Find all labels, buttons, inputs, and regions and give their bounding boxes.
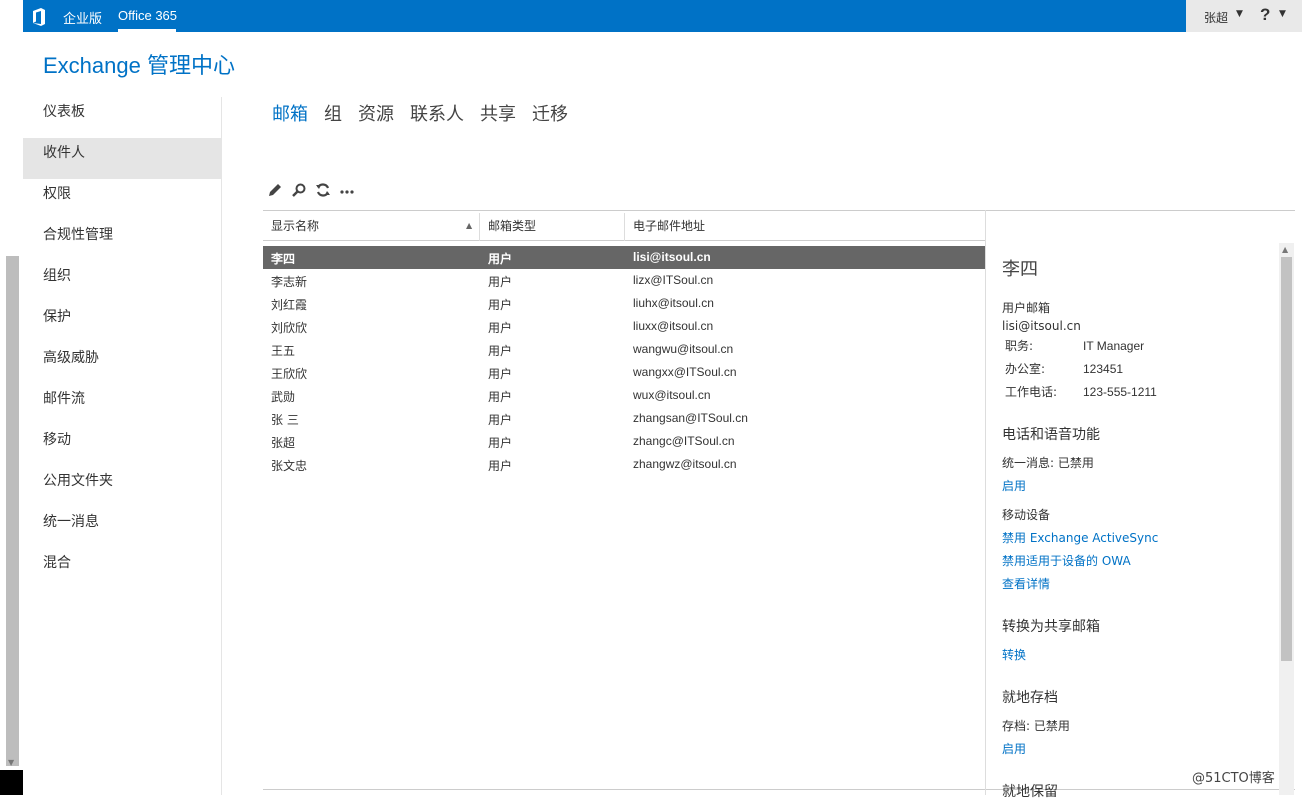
disable-owa-link[interactable]: 禁用适用于设备的 OWA bbox=[1002, 550, 1272, 573]
toolbar bbox=[265, 180, 361, 200]
nav-item-advanced-threats[interactable]: 高级威胁 bbox=[23, 343, 222, 384]
details-scrollbar[interactable]: ▲ bbox=[1279, 243, 1294, 795]
product-link[interactable]: Office 365 bbox=[118, 8, 177, 23]
chevron-down-icon[interactable]: ▼ bbox=[1236, 9, 1243, 19]
grid-rows: 李四 用户 lisi@itsoul.cn 李志新 用户 lizx@ITSoul.cn 刘… bbox=[263, 246, 986, 476]
office-logo-icon[interactable] bbox=[31, 8, 47, 26]
table-row[interactable]: 李志新 用户 lizx@ITSoul.cn bbox=[263, 269, 986, 292]
app-title: Exchange 管理中心 bbox=[43, 53, 235, 78]
details-email: lisi@itsoul.cn bbox=[1002, 319, 1081, 333]
details-phone-row: 工作电话: 123-555-1211 bbox=[1005, 385, 1157, 399]
phone-voice-section-title: 电话和语音功能 bbox=[1002, 427, 1100, 443]
scroll-up-icon[interactable]: ▲ bbox=[1282, 245, 1288, 254]
tab-mailboxes[interactable]: 邮箱 bbox=[272, 100, 308, 126]
nav-divider bbox=[221, 97, 222, 795]
nav-item-compliance[interactable]: 合规性管理 bbox=[23, 220, 222, 261]
column-header-mailbox-type[interactable]: 邮箱类型 bbox=[480, 211, 625, 241]
edition-label[interactable]: 企业版 bbox=[63, 8, 102, 27]
nav-item-mobile[interactable]: 移动 bbox=[23, 425, 222, 466]
tab-groups[interactable]: 组 bbox=[324, 100, 342, 126]
nav-item-organization[interactable]: 组织 bbox=[23, 261, 222, 302]
nav-item-protection[interactable]: 保护 bbox=[23, 302, 222, 343]
tab-shared[interactable]: 共享 bbox=[480, 100, 516, 126]
chevron-down-icon[interactable]: ▼ bbox=[1279, 9, 1286, 19]
convert-section-title: 转换为共享邮箱 bbox=[1002, 619, 1100, 635]
watermark: @51CTO博客 bbox=[1192, 767, 1275, 786]
more-icon[interactable] bbox=[337, 180, 357, 200]
table-row[interactable]: 王五 用户 wangwu@itsoul.cn bbox=[263, 338, 986, 361]
grid-header: 显示名称 ▲ 邮箱类型 电子邮件地址 bbox=[263, 211, 986, 241]
um-status: 统一消息: 已禁用 bbox=[1002, 456, 1094, 470]
mobile-devices-label: 移动设备 bbox=[1002, 508, 1051, 522]
table-row[interactable]: 张超 用户 zhangc@ITSoul.cn bbox=[263, 430, 986, 453]
table-row[interactable]: 张文忠 用户 zhangwz@itsoul.cn bbox=[263, 453, 986, 476]
column-header-display-name[interactable]: 显示名称 bbox=[263, 211, 479, 241]
nav-item-recipients[interactable]: 收件人 bbox=[23, 138, 222, 179]
details-pane: 李四 用户邮箱 lisi@itsoul.cn 职务: IT Manager 办公室… bbox=[1002, 255, 1272, 809]
um-enable-link[interactable]: 启用 bbox=[1002, 475, 1272, 498]
table-row[interactable]: 王欣欣 用户 wangxx@ITSoul.cn bbox=[263, 361, 986, 384]
table-row[interactable]: 张 三用户 zhangsan@ITSoul.cn bbox=[263, 407, 986, 430]
tab-contacts[interactable]: 联系人 bbox=[410, 100, 464, 126]
archive-status: 存档: 已禁用 bbox=[1002, 719, 1070, 733]
nav-item-mail-flow[interactable]: 邮件流 bbox=[23, 384, 222, 425]
disable-eas-link[interactable]: 禁用 Exchange ActiveSync bbox=[1002, 527, 1272, 550]
refresh-icon[interactable] bbox=[313, 180, 333, 200]
help-icon[interactable]: ? bbox=[1260, 5, 1270, 25]
tab-migration[interactable]: 迁移 bbox=[532, 100, 568, 126]
nav-item-hybrid[interactable]: 混合 bbox=[23, 548, 222, 589]
details-divider bbox=[985, 210, 986, 795]
details-name: 李四 bbox=[1002, 259, 1038, 280]
table-row[interactable]: 武勋 用户 wux@itsoul.cn bbox=[263, 384, 986, 407]
nav-item-dashboard[interactable]: 仪表板 bbox=[23, 97, 222, 138]
convert-link[interactable]: 转换 bbox=[1002, 644, 1272, 667]
table-row[interactable]: 李四 用户 lisi@itsoul.cn bbox=[263, 246, 986, 269]
product-active-indicator bbox=[118, 29, 176, 32]
archive-section-title: 就地存档 bbox=[1002, 690, 1058, 706]
details-office-row: 办公室: 123451 bbox=[1005, 362, 1124, 376]
top-bar: 企业版 Office 365 张超 ▼ ? ▼ bbox=[23, 0, 1302, 32]
search-icon[interactable] bbox=[289, 180, 309, 200]
tab-bar: 邮箱 组 资源 联系人 共享 迁移 bbox=[272, 100, 584, 126]
browser-left-strip: ▼ bbox=[0, 0, 23, 795]
browser-edge bbox=[0, 770, 23, 795]
nav-item-permissions[interactable]: 权限 bbox=[23, 179, 222, 220]
edit-icon[interactable] bbox=[265, 180, 285, 200]
nav-item-public-folders[interactable]: 公用文件夹 bbox=[23, 466, 222, 507]
scroll-down-icon[interactable]: ▼ bbox=[8, 758, 14, 767]
table-row[interactable]: 刘红霞 用户 liuhx@itsoul.cn bbox=[263, 292, 986, 315]
user-menu[interactable]: 张超 ▼ ? ▼ bbox=[1186, 0, 1302, 32]
details-mailbox-type: 用户邮箱 bbox=[1002, 301, 1051, 315]
sort-ascending-icon[interactable]: ▲ bbox=[466, 221, 472, 230]
nav-item-unified-messaging[interactable]: 统一消息 bbox=[23, 507, 222, 548]
browser-scrollbar[interactable] bbox=[6, 256, 19, 766]
scroll-thumb[interactable] bbox=[1281, 257, 1292, 661]
left-nav: 仪表板 收件人 权限 合规性管理 组织 保护 高级威胁 邮件流 移动 公用文件夹… bbox=[23, 97, 222, 589]
column-header-email[interactable]: 电子邮件地址 bbox=[625, 211, 985, 241]
archive-enable-link[interactable]: 启用 bbox=[1002, 738, 1272, 761]
user-name[interactable]: 张超 bbox=[1204, 9, 1228, 26]
details-title-row: 职务: IT Manager bbox=[1005, 339, 1145, 353]
tab-resources[interactable]: 资源 bbox=[358, 100, 394, 126]
table-row[interactable]: 刘欣欣 用户 liuxx@itsoul.cn bbox=[263, 315, 986, 338]
view-details-link[interactable]: 查看详情 bbox=[1002, 573, 1272, 596]
